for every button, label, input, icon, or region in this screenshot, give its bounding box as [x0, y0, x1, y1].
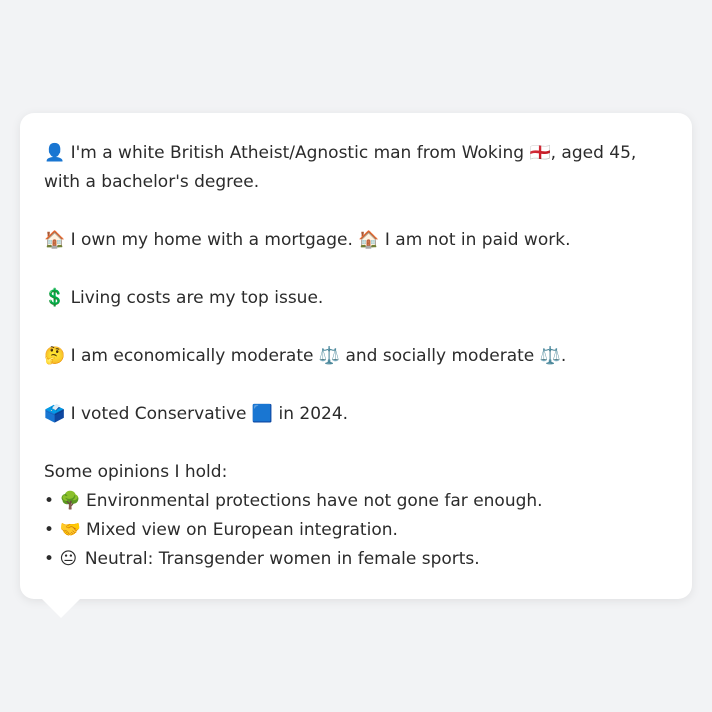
- opinion-text: Neutral: Transgender women in female spo…: [84, 549, 480, 569]
- opinion-text: Mixed view on European integration.: [86, 520, 398, 540]
- thinking-face-icon: 🤔: [44, 346, 66, 366]
- dollar-sign-icon: 💲: [44, 288, 66, 308]
- handshake-icon: 🤝: [59, 520, 81, 540]
- england-flag-icon: 🏴󠁧󠁢󠁥󠁮󠁧󠁿: [529, 143, 551, 163]
- bullet: •: [44, 491, 55, 511]
- work-status-text: I am not in paid work.: [384, 230, 571, 250]
- opinions-heading: Some opinions I hold:: [44, 462, 228, 482]
- top-issue-text: Living costs are my top issue.: [70, 288, 324, 308]
- ideology-line: 🤔 I am economically moderate ⚖️ and soci…: [44, 342, 668, 371]
- person-silhouette-icon: 👤: [44, 143, 66, 163]
- blue-square-icon: 🟦: [251, 404, 274, 424]
- list-item: • 😐 Neutral: Transgender women in female…: [44, 545, 668, 574]
- balance-scale-icon: ⚖️: [539, 346, 561, 366]
- identity-text: I'm a white British Atheist/Agnostic man…: [70, 143, 525, 163]
- profile-message-bubble: 👤 I'm a white British Atheist/Agnostic m…: [20, 113, 692, 599]
- opinion-text: Environmental protections have not gone …: [86, 491, 543, 511]
- list-item: • 🤝 Mixed view on European integration.: [44, 516, 668, 545]
- vote-text: I voted Conservative: [70, 404, 247, 424]
- bullet: •: [44, 520, 55, 540]
- bullet: •: [44, 549, 55, 569]
- neutral-face-icon: 😐: [59, 549, 78, 569]
- ballot-box-icon: 🗳️: [44, 404, 66, 424]
- vote-line: 🗳️ I voted Conservative 🟦 in 2024.: [44, 400, 668, 429]
- vote-year-text: in 2024.: [278, 404, 349, 424]
- housing-text: I own my home with a mortgage.: [70, 230, 353, 250]
- identity-line: 👤 I'm a white British Atheist/Agnostic m…: [44, 139, 668, 197]
- housing-line: 🏠 I own my home with a mortgage. 🏠 I am …: [44, 226, 668, 255]
- bubble-tail: [41, 598, 81, 618]
- list-item: • 🌳 Environmental protections have not g…: [44, 487, 668, 516]
- ideology-period: .: [560, 346, 567, 366]
- social-ideology-text: and socially moderate: [345, 346, 535, 366]
- house-icon: 🏠: [44, 230, 66, 250]
- tree-icon: 🌳: [59, 491, 81, 511]
- top-issue-line: 💲 Living costs are my top issue.: [44, 284, 668, 313]
- opinions-list: • 🌳 Environmental protections have not g…: [44, 487, 668, 574]
- balance-scale-icon: ⚖️: [318, 346, 341, 366]
- house-icon: 🏠: [358, 230, 380, 250]
- economic-ideology-text: I am economically moderate: [70, 346, 314, 366]
